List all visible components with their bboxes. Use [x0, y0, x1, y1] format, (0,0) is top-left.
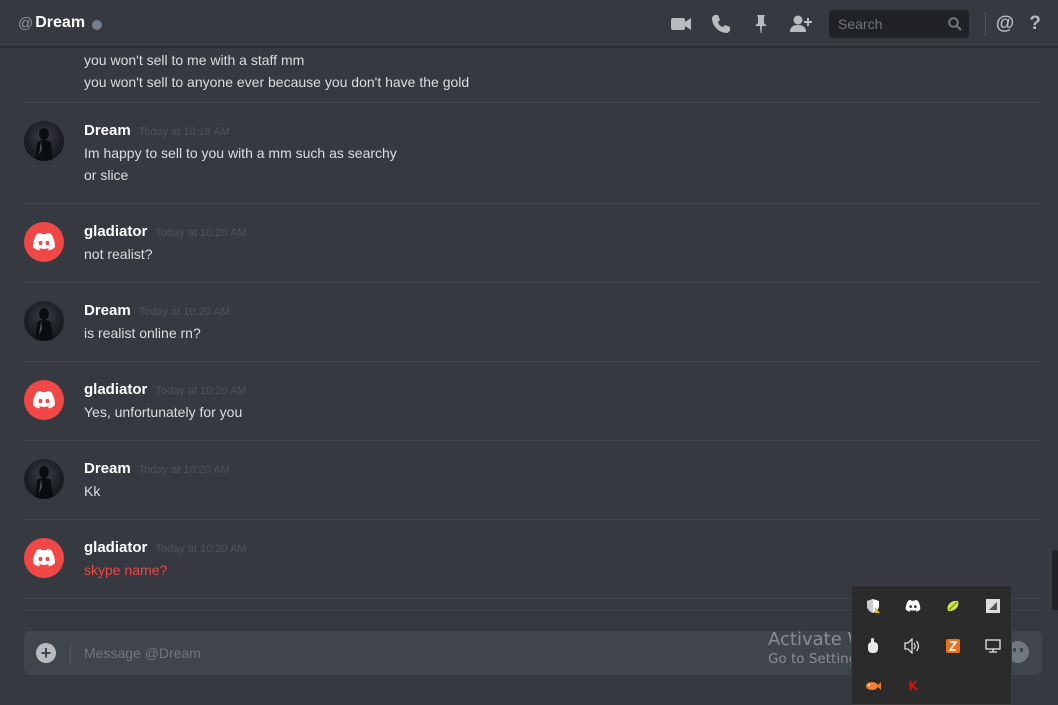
message-timestamp: Today at 10:20 AM: [155, 543, 247, 555]
discord-logo-icon: [33, 549, 55, 567]
add-friend-icon[interactable]: [789, 12, 813, 36]
message-line: or slice: [84, 167, 129, 183]
author-name[interactable]: Dream: [84, 302, 131, 319]
windows-security-icon[interactable]: [864, 597, 882, 615]
network-icon[interactable]: [984, 637, 1002, 655]
mentions-button[interactable]: @: [990, 13, 1020, 35]
search-icon: [948, 16, 962, 31]
message-line: Im happy to sell to you with a mm such a…: [84, 145, 397, 161]
header-toolbar: @ ?: [661, 0, 1058, 47]
author-name[interactable]: Dream: [84, 122, 131, 139]
message-timestamp: Today at 10:19 AM: [138, 126, 230, 138]
tray-overflow-popup: K: [851, 585, 1012, 705]
pinned-messages-icon[interactable]: [749, 12, 773, 36]
search-box[interactable]: [829, 9, 969, 38]
search-input[interactable]: [836, 14, 946, 33]
message-author[interactable]: gladiator Today at 10:20 AM: [84, 223, 246, 240]
message-author[interactable]: Dream Today at 10:19 AM: [84, 122, 230, 139]
volume-icon[interactable]: [904, 637, 922, 655]
video-call-icon[interactable]: [669, 12, 693, 36]
message-author[interactable]: Dream Today at 10:20 AM: [84, 302, 230, 319]
failed-message-line: skype name?: [84, 562, 168, 578]
message-author[interactable]: gladiator Today at 10:20 AM: [84, 539, 246, 556]
message-timestamp: Today at 10:20 AM: [138, 306, 230, 318]
message-timestamp: Today at 10:20 AM: [155, 227, 247, 239]
message-author[interactable]: gladiator Today at 10:20 AM: [84, 381, 246, 398]
discord-icon[interactable]: [904, 597, 922, 615]
message-line: you won't sell to me with a staff mm: [84, 52, 305, 68]
author-name[interactable]: Dream: [84, 460, 131, 477]
message-group: gladiator Today at 10:20 AM not realist?: [24, 203, 1040, 282]
message-group: you won't sell to me with a staff mm you…: [24, 47, 1040, 102]
message-group: gladiator Today at 10:20 AM Yes, unfortun…: [24, 361, 1040, 440]
lime-app-icon[interactable]: [944, 597, 962, 615]
snipping-app-icon[interactable]: [984, 597, 1002, 615]
dm-recipient-name[interactable]: Dream: [35, 14, 85, 32]
channel-header: @ Dream @ ?: [0, 0, 1058, 47]
message-timestamp: Today at 10:20 AM: [155, 385, 247, 397]
voice-call-icon[interactable]: [709, 12, 733, 36]
kaspersky-icon[interactable]: K: [904, 677, 922, 695]
message-group: Dream Today at 10:20 AM Kk: [24, 440, 1040, 519]
message-line: not realist?: [84, 246, 153, 262]
message-list[interactable]: you won't sell to me with a staff mm you…: [0, 47, 1058, 610]
dm-at-symbol: @: [18, 14, 34, 32]
avatar[interactable]: [24, 121, 64, 161]
touch-pointer-icon[interactable]: [864, 637, 882, 655]
message-line: you won't sell to anyone ever because yo…: [84, 74, 470, 90]
upload-button[interactable]: +: [36, 643, 56, 663]
composer-separator: [70, 641, 71, 665]
message-input[interactable]: [82, 642, 782, 664]
scrollbar-thumb[interactable]: [1052, 550, 1058, 610]
message-line: Kk: [84, 483, 101, 499]
author-name[interactable]: gladiator: [84, 539, 147, 556]
discord-logo-icon: [33, 233, 55, 251]
avatar[interactable]: [24, 459, 64, 499]
message-timestamp: Today at 10:20 AM: [138, 464, 230, 476]
author-name[interactable]: gladiator: [84, 223, 147, 240]
author-name[interactable]: gladiator: [84, 381, 147, 398]
status-dot-icon: [92, 19, 103, 30]
header-divider: [985, 11, 986, 36]
message-group: Dream Today at 10:19 AM Im happy to sell …: [24, 102, 1040, 203]
help-button[interactable]: ?: [1020, 13, 1050, 35]
message-author[interactable]: Dream Today at 10:20 AM: [84, 460, 230, 477]
avatar[interactable]: [24, 538, 64, 578]
orange-app-icon[interactable]: [944, 637, 962, 655]
discord-logo-icon: [33, 391, 55, 409]
avatar[interactable]: [24, 380, 64, 420]
message-group: Dream Today at 10:20 AM is realist online…: [24, 282, 1040, 361]
fish-app-icon[interactable]: [864, 677, 882, 695]
avatar[interactable]: [24, 301, 64, 341]
message-line: Yes, unfortunately for you: [84, 404, 243, 420]
avatar[interactable]: [24, 222, 64, 262]
message-line: is realist online rn?: [84, 325, 201, 341]
